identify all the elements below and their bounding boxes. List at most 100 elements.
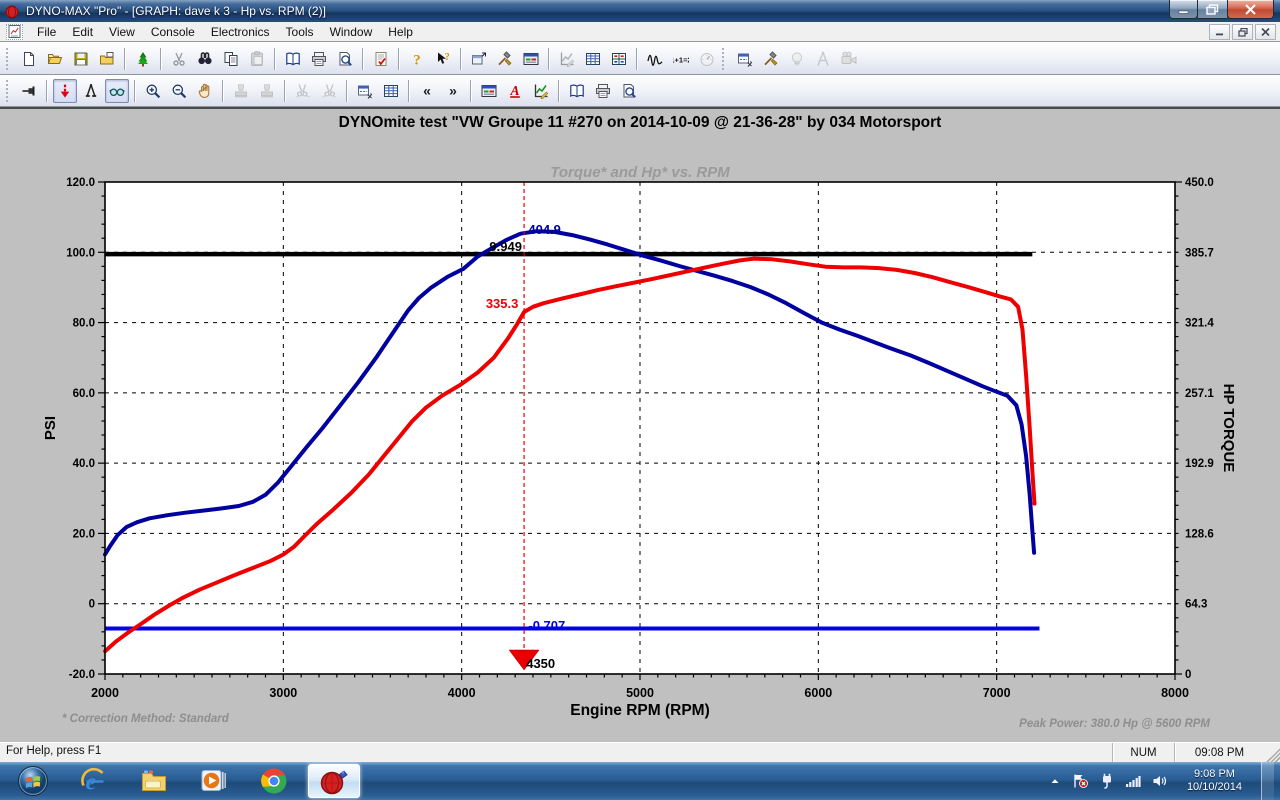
toolbar-button-math-calc[interactable]: 1+1=2 bbox=[669, 47, 693, 71]
toolbar-button-console-window[interactable] bbox=[477, 79, 501, 103]
svg-text:?: ? bbox=[413, 52, 421, 67]
calipers-icon bbox=[83, 83, 99, 99]
toolbar-button-waveform[interactable] bbox=[643, 47, 667, 71]
menu-view[interactable]: View bbox=[101, 23, 143, 41]
toolbar-button-view-glasses[interactable] bbox=[105, 79, 129, 103]
toolbar-button-print-preview[interactable] bbox=[617, 79, 641, 103]
toolbar-button-data-grid[interactable] bbox=[379, 79, 403, 103]
status-bar: For Help, press F1 NUM 09:08 PM bbox=[0, 742, 1280, 762]
taskbar-dynomax-button[interactable] bbox=[308, 764, 360, 798]
menu-bar: FileEditViewConsoleElectronicsToolsWindo… bbox=[0, 22, 1280, 42]
svg-text:257.1: 257.1 bbox=[1185, 388, 1214, 400]
toolbar-button-find[interactable] bbox=[193, 47, 217, 71]
mdi-minimize-button[interactable] bbox=[1209, 24, 1230, 40]
tray-expand-chevron-icon[interactable] bbox=[1049, 776, 1061, 786]
toolbar-button-help[interactable]: ? bbox=[405, 47, 429, 71]
toolbar-button-context-help[interactable]: ? bbox=[431, 47, 455, 71]
mdi-close-button[interactable] bbox=[1255, 24, 1276, 40]
toolbar-button-record-arrow[interactable] bbox=[53, 79, 77, 103]
graph-document-icon[interactable] bbox=[6, 24, 23, 40]
print-preview-icon bbox=[621, 83, 637, 99]
zoom-in-icon bbox=[145, 83, 161, 99]
toolbar-button-export-window[interactable] bbox=[467, 47, 491, 71]
toolbar-button-pushpin[interactable] bbox=[17, 79, 41, 103]
toolbar-separator bbox=[408, 80, 410, 102]
close-button[interactable] bbox=[1227, 0, 1274, 19]
toolbar-button-pan-hand[interactable] bbox=[193, 79, 217, 103]
taskbar-chrome-button[interactable] bbox=[248, 764, 300, 798]
toolbar-button-log-book[interactable] bbox=[281, 47, 305, 71]
menu-help[interactable]: Help bbox=[380, 23, 421, 41]
taskbar-media-player-button[interactable] bbox=[188, 764, 240, 798]
menu-tools[interactable]: Tools bbox=[278, 23, 322, 41]
toolbar-button-clip-end bbox=[317, 79, 341, 103]
toolbar-button-new-file[interactable] bbox=[17, 47, 41, 71]
toolbar-button-stamp-forward bbox=[255, 79, 279, 103]
menu-electronics[interactable]: Electronics bbox=[203, 23, 278, 41]
toolbar-button-console-window[interactable] bbox=[519, 47, 543, 71]
import-data-icon bbox=[99, 51, 115, 67]
power-plug-icon[interactable] bbox=[1100, 773, 1114, 789]
toolbar-button-tree-view[interactable] bbox=[131, 47, 155, 71]
value-label: -0.707 bbox=[528, 618, 565, 633]
svg-text:1+1=2: 1+1=2 bbox=[673, 55, 689, 64]
taskbar-start-orb[interactable] bbox=[6, 764, 60, 798]
mdi-restore-button[interactable] bbox=[1232, 24, 1253, 40]
svg-text:40.0: 40.0 bbox=[73, 458, 95, 470]
toolbar-button-edit-chart[interactable] bbox=[529, 79, 553, 103]
toolbar-button-print[interactable] bbox=[307, 47, 331, 71]
network-signal-icon[interactable] bbox=[1125, 774, 1141, 788]
toolbar-button-print-preview[interactable] bbox=[333, 47, 357, 71]
svg-text:321.4: 321.4 bbox=[1185, 318, 1214, 330]
restore-button[interactable] bbox=[1198, 0, 1227, 19]
toolbar-button-shop-tools[interactable] bbox=[759, 47, 783, 71]
page-prev-icon: « bbox=[419, 83, 435, 99]
toolbar-button-split-grid[interactable] bbox=[607, 47, 631, 71]
toolbar-button-tune-tools[interactable] bbox=[493, 47, 517, 71]
toolbar-button-zoom-out[interactable] bbox=[167, 79, 191, 103]
toolbar-button-page-prev[interactable]: « bbox=[415, 79, 439, 103]
taskbar-clock[interactable]: 9:08 PM 10/10/2014 bbox=[1179, 768, 1250, 794]
toolbar-separator bbox=[124, 48, 126, 70]
toolbar-button-data-grid[interactable] bbox=[581, 47, 605, 71]
minimize-button[interactable] bbox=[1169, 0, 1198, 19]
taskbar-windows-explorer-button[interactable] bbox=[128, 764, 180, 798]
menu-console[interactable]: Console bbox=[143, 23, 203, 41]
toolbar-button-print[interactable] bbox=[591, 79, 615, 103]
toolbar-separator bbox=[470, 80, 472, 102]
toolbar-grip[interactable] bbox=[6, 80, 11, 102]
system-tray: 9:08 PM 10/10/2014 bbox=[1049, 762, 1280, 800]
resize-grip[interactable] bbox=[1264, 743, 1280, 762]
show-desktop-button[interactable] bbox=[1261, 762, 1274, 800]
toolbar-button-zoom-in[interactable] bbox=[141, 79, 165, 103]
menu-window[interactable]: Window bbox=[322, 23, 381, 41]
toolbar-button-test-checklist[interactable] bbox=[369, 47, 393, 71]
save-file-icon bbox=[73, 51, 89, 67]
toolbar-button-calipers[interactable] bbox=[79, 79, 103, 103]
toolbar-separator bbox=[558, 80, 560, 102]
video-camera-icon bbox=[841, 51, 857, 67]
menu-edit[interactable]: Edit bbox=[64, 23, 101, 41]
toolbar-button-clip-start bbox=[291, 79, 315, 103]
toolbar-separator bbox=[398, 48, 400, 70]
toolbar-button-page-next[interactable]: » bbox=[441, 79, 465, 103]
toolbar-button-save-file[interactable] bbox=[69, 47, 93, 71]
taskbar-internet-explorer-button[interactable]: e bbox=[68, 764, 120, 798]
svg-text:120.0: 120.0 bbox=[66, 177, 95, 189]
toolbar-button-font-color[interactable]: A bbox=[503, 79, 527, 103]
toolbar-button-ruler-window[interactable] bbox=[733, 47, 757, 71]
volume-speaker-icon[interactable] bbox=[1152, 774, 1168, 788]
toolbar-button-ruler-window[interactable] bbox=[353, 79, 377, 103]
console-window-icon bbox=[523, 51, 539, 67]
action-center-flag-icon[interactable] bbox=[1072, 773, 1089, 789]
toolbar-button-log-book[interactable] bbox=[565, 79, 589, 103]
print-preview-icon bbox=[337, 51, 353, 67]
toolbar-grip[interactable] bbox=[6, 48, 11, 70]
toolbar-grip[interactable] bbox=[722, 48, 727, 70]
menu-file[interactable]: File bbox=[29, 23, 64, 41]
toolbar-button-open-file[interactable] bbox=[43, 47, 67, 71]
font-color-icon: A bbox=[507, 83, 523, 99]
toolbar-button-copy[interactable] bbox=[219, 47, 243, 71]
clip-start-icon bbox=[295, 83, 311, 99]
toolbar-button-import-data[interactable] bbox=[95, 47, 119, 71]
